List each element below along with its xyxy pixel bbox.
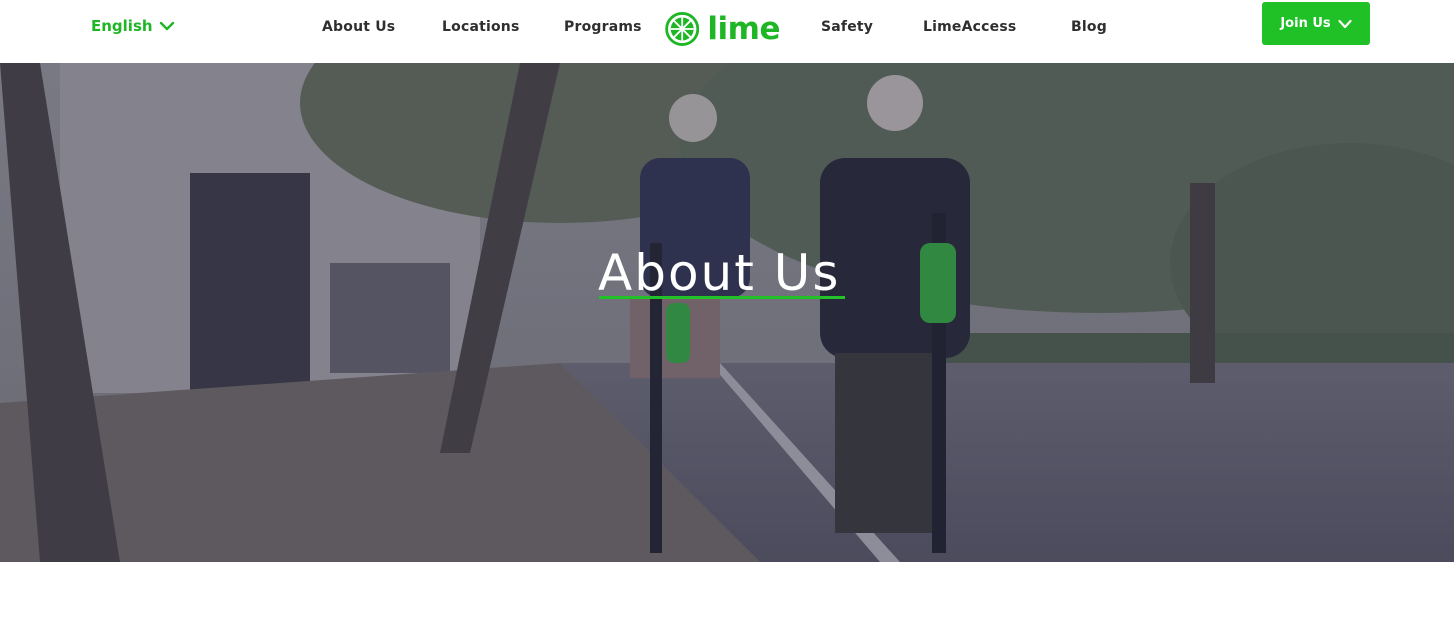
hero-overlay [0,63,1454,562]
hero-banner: About Us [0,63,1454,562]
chevron-down-icon [1338,19,1352,28]
title-underline [599,296,845,299]
site-header: English About Us Locations Programs lime… [0,0,1454,63]
nav-locations[interactable]: Locations [442,19,520,35]
nav-about-us[interactable]: About Us [322,19,395,35]
join-us-button[interactable]: Join Us [1262,2,1370,45]
nav-programs[interactable]: Programs [564,19,642,35]
nav-safety[interactable]: Safety [821,19,873,35]
language-selector[interactable]: English [91,17,175,35]
content-area [0,562,1454,638]
nav-blog[interactable]: Blog [1071,19,1107,35]
chevron-down-icon [159,21,174,31]
lime-wheel-icon [665,12,700,46]
join-us-label: Join Us [1280,16,1331,31]
nav-limeaccess[interactable]: LimeAccess [923,19,1016,35]
logo-wordmark: lime [707,11,780,47]
lime-logo[interactable]: lime [665,7,780,51]
language-label: English [91,17,153,35]
page-title: About Us [598,244,841,302]
